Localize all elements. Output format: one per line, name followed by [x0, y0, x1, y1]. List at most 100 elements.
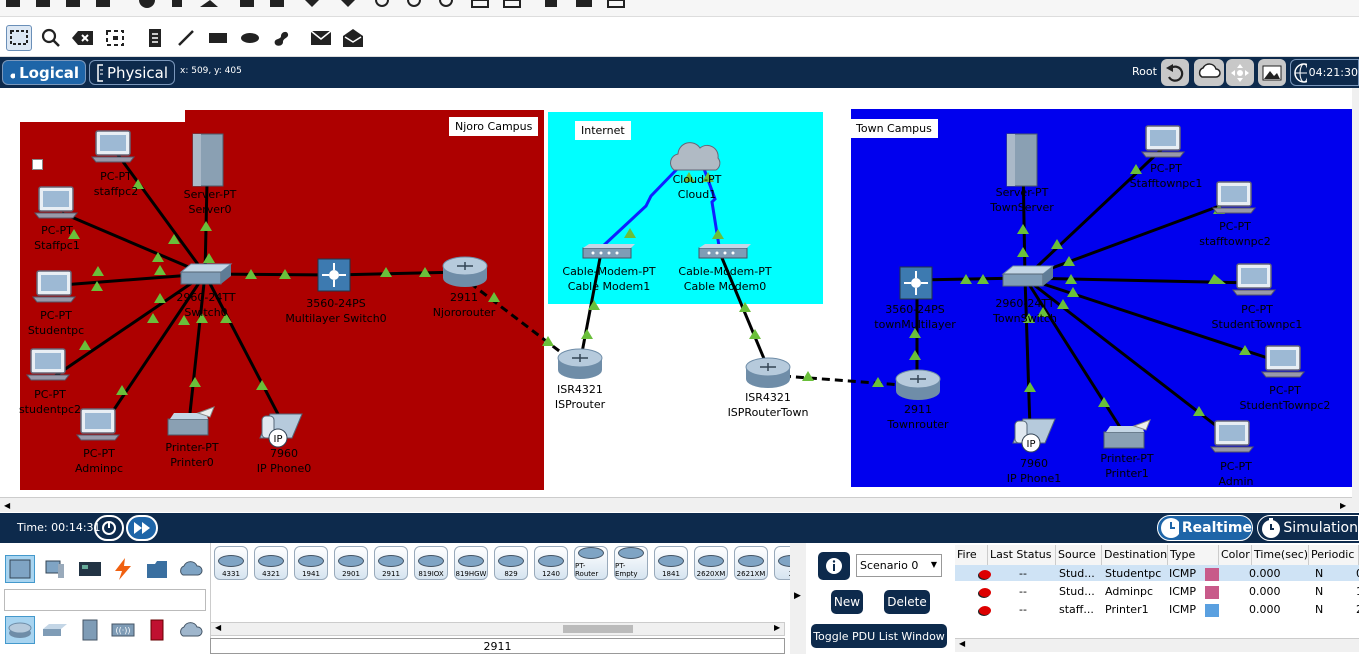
device-label-staffpc1[interactable]: PC-PT Staffpc1 [34, 223, 80, 253]
device-tile[interactable]: 4331 [214, 546, 248, 580]
background-icon[interactable] [1258, 59, 1286, 86]
realtime-mode-button[interactable]: Realtime [1157, 515, 1253, 541]
device-label-switch0[interactable]: 2960-24TT Switch0 [176, 290, 235, 320]
pdu-scrollbar[interactable]: ◀ [955, 638, 1359, 652]
add-simple-pdu-icon[interactable] [308, 25, 334, 51]
fire-icon[interactable] [979, 588, 991, 597]
device-model-label: 3560-24PS [885, 303, 945, 316]
note-icon[interactable] [142, 25, 168, 51]
wan-emulation-icon[interactable] [176, 616, 206, 644]
fast-forward-icon[interactable] [126, 515, 158, 541]
cluster-icon[interactable] [1194, 59, 1224, 86]
logical-tab[interactable]: Logical [2, 60, 86, 85]
device-label-studentpc[interactable]: PC-PT Studentpc [28, 308, 84, 338]
device-tile[interactable]: 2911 [374, 546, 408, 580]
device-label-njororouter[interactable]: 2911 Njororouter [433, 290, 496, 320]
device-tile[interactable]: 1941 [294, 546, 328, 580]
move-icon[interactable] [1226, 59, 1254, 86]
device-label-admin[interactable]: PC-PT Admin [1218, 459, 1253, 489]
pdu-column-header[interactable]: Time(sec) [1252, 545, 1309, 565]
components-icon[interactable] [75, 555, 105, 583]
device-label-stafftownpc2[interactable]: PC-PT stafftownpc2 [1199, 219, 1270, 249]
pdu-column-header[interactable]: Color [1219, 545, 1252, 565]
multiuser-icon[interactable] [176, 555, 206, 583]
device-label-townmultilayer[interactable]: 3560-24PS townMultilayer [874, 302, 956, 332]
end-devices-icon[interactable] [40, 555, 70, 583]
new-scenario-button[interactable]: New [831, 590, 863, 614]
device-label-ipphone0[interactable]: 7960 IP Phone0 [257, 446, 311, 476]
device-tile[interactable]: 4321 [254, 546, 288, 580]
canvas-horizontal-scrollbar[interactable]: ◀ ▶ [0, 497, 1352, 512]
device-tile[interactable]: 1240 [534, 546, 568, 580]
add-complex-pdu-icon[interactable] [340, 25, 366, 51]
panel-collapse-handle[interactable]: ▶ [790, 543, 806, 654]
rectangle-icon[interactable] [205, 25, 231, 51]
connections-icon[interactable] [108, 555, 138, 583]
device-label-cablemodem0[interactable]: Cable-Modem-PT Cable Modem0 [678, 264, 771, 294]
device-label-isprouter[interactable]: ISR4321 ISProuter [555, 382, 605, 412]
pdu-column-header[interactable]: Fire [955, 545, 988, 565]
device-name-label: Switch0 [184, 306, 228, 319]
freeform-icon[interactable] [268, 25, 294, 51]
device-label-townserver[interactable]: Server-PT TownServer [990, 185, 1054, 215]
search-icon[interactable] [38, 25, 64, 51]
toggle-pdu-list-button[interactable]: Toggle PDU List Window [811, 624, 947, 648]
device-tile[interactable]: PT-Router [574, 546, 608, 580]
device-label-townrouter[interactable]: 2911 Townrouter [887, 402, 948, 432]
fire-icon[interactable] [979, 606, 991, 615]
pdu-column-header[interactable]: Last Status [988, 545, 1056, 565]
device-label-staffpc2[interactable]: PC-PT staffpc2 [94, 169, 138, 199]
hubs-icon[interactable] [75, 616, 105, 644]
device-search-field[interactable] [4, 589, 206, 611]
delete-icon[interactable] [70, 25, 96, 51]
device-label-mlswitch0[interactable]: 3560-24PS Multilayer Switch0 [285, 296, 386, 326]
device-label-cablemodem1[interactable]: Cable-Modem-PT Cable Modem1 [562, 264, 655, 294]
device-label-studentpc2[interactable]: PC-PT studentpc2 [19, 387, 81, 417]
miscellaneous-icon[interactable] [142, 555, 172, 583]
models-scrollbar[interactable]: ◀ ▶ [210, 622, 785, 636]
routers-icon[interactable] [5, 616, 35, 644]
wireless-devices-icon[interactable]: ((·)) [108, 616, 138, 644]
device-tile[interactable]: 819HGW [454, 546, 488, 580]
device-label-printer1[interactable]: Printer-PT Printer1 [1100, 451, 1153, 481]
device-label-stafftownpc1[interactable]: PC-PT Stafftownpc1 [1130, 161, 1203, 191]
device-label-townswitch[interactable]: 2960-24TT TownSwitch [993, 296, 1057, 326]
switches-icon[interactable] [40, 616, 70, 644]
back-icon[interactable] [1161, 59, 1189, 86]
info-icon[interactable] [818, 552, 850, 580]
device-tile[interactable]: 2621XM [734, 546, 768, 580]
resize-icon[interactable] [102, 25, 128, 51]
scenario-select[interactable]: Scenario 0 ▼ [856, 554, 942, 577]
pdu-column-header[interactable]: Source [1056, 545, 1102, 565]
device-tile[interactable]: PT-Empty [614, 546, 648, 580]
physical-tab[interactable]: Physical [89, 60, 175, 85]
device-label-ipphone1[interactable]: 7960 IP Phone1 [1007, 456, 1061, 486]
delete-scenario-button[interactable]: Delete [884, 590, 930, 614]
logical-workspace[interactable]: Njoro Campus Internet Town Campus PC-PT … [0, 88, 1352, 496]
pdu-column-header[interactable]: Type [1168, 545, 1219, 565]
device-name-label: Cable Modem1 [567, 280, 651, 293]
device-tile[interactable]: 2620XM [694, 546, 728, 580]
power-cycle-icon[interactable] [94, 515, 124, 541]
device-label-isproutertown[interactable]: ISR4321 ISPRouterTown [728, 390, 809, 420]
fire-icon[interactable] [979, 570, 991, 579]
pdu-column-header[interactable]: Destination [1102, 545, 1168, 565]
pdu-column-header[interactable]: Periodic [1309, 545, 1359, 565]
security-icon[interactable] [142, 616, 172, 644]
device-tile[interactable]: 2901 [334, 546, 368, 580]
network-devices-icon[interactable] [5, 555, 35, 583]
select-icon[interactable] [6, 25, 32, 51]
device-label-studenttownpc2[interactable]: PC-PT StudentTownpc2 [1240, 383, 1331, 413]
device-label-cloud1[interactable]: Cloud-PT Cloud1 [673, 172, 722, 202]
line-icon[interactable] [173, 25, 199, 51]
device-label-studenttownpc1[interactable]: PC-PT StudentTownpc1 [1212, 302, 1303, 332]
device-tile[interactable]: 819IOX [414, 546, 448, 580]
device-label-printer0[interactable]: Printer-PT Printer0 [165, 440, 218, 470]
canvas-vertical-scrollbar[interactable] [1352, 88, 1359, 512]
device-label-adminpc[interactable]: PC-PT Adminpc [75, 446, 123, 476]
device-tile[interactable]: 829 [494, 546, 528, 580]
ellipse-icon[interactable] [237, 25, 263, 51]
device-tile[interactable]: 1841 [654, 546, 688, 580]
simulation-mode-button[interactable]: Simulation [1257, 515, 1359, 541]
device-label-server0[interactable]: Server-PT Server0 [184, 187, 237, 217]
